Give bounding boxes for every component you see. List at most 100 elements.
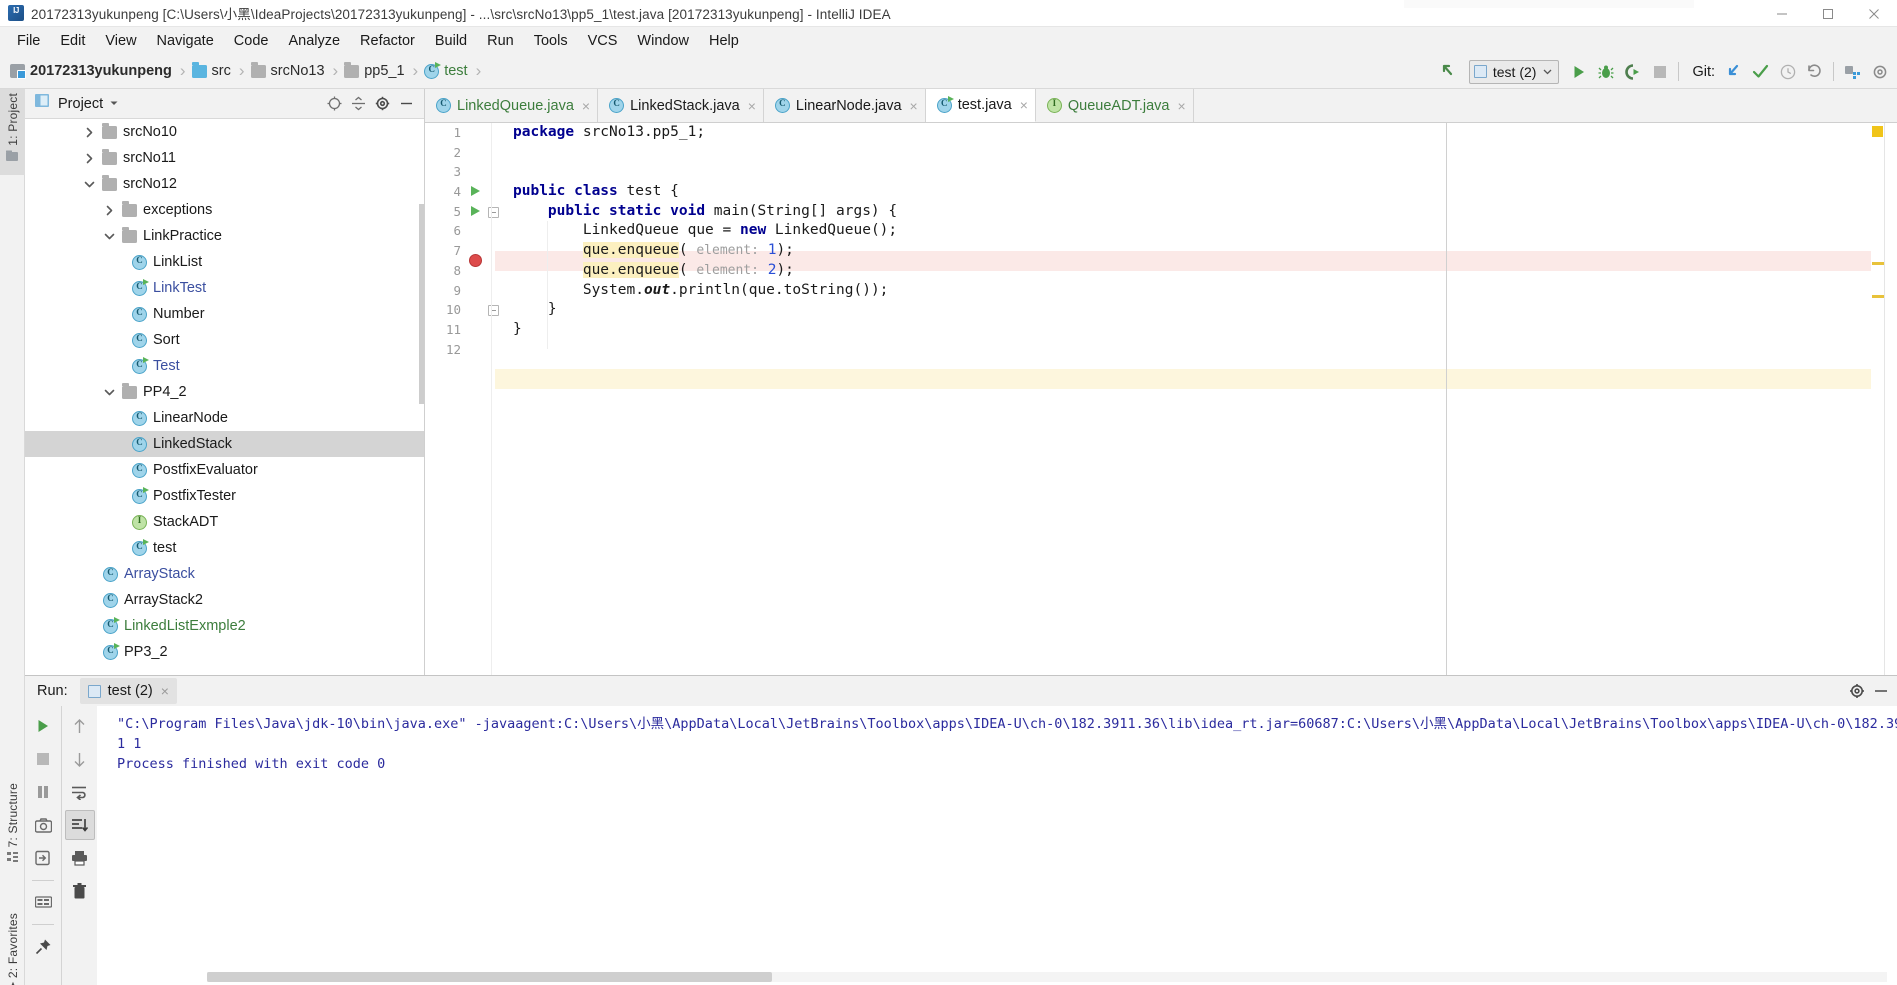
run-tab-test[interactable]: test (2) × (79, 678, 177, 704)
breadcrumb-item-srcno13[interactable]: srcNo13 (250, 61, 325, 79)
menu-help[interactable]: Help (699, 31, 749, 51)
soft-wrap-button[interactable] (65, 777, 95, 807)
pin-icon[interactable] (28, 931, 58, 961)
chevron-down-icon[interactable] (103, 230, 116, 243)
export-icon[interactable] (28, 843, 58, 873)
menu-refactor[interactable]: Refactor (350, 31, 425, 51)
breadcrumb-item-module[interactable]: 20172313yukunpeng (10, 63, 172, 79)
project-tree-scrollbar[interactable] (419, 204, 424, 404)
tree-item-arraystack[interactable]: ArrayStack (25, 561, 424, 587)
tree-item-pp3-2[interactable]: PP3_2 (25, 639, 424, 665)
run-button[interactable] (1565, 58, 1592, 85)
tab-linkedstack-java[interactable]: LinkedStack.java × (598, 89, 764, 122)
close-icon[interactable]: × (910, 99, 918, 113)
menu-file[interactable]: File (7, 31, 50, 51)
tree-item-linkedlistexmple2[interactable]: LinkedListExmple2 (25, 613, 424, 639)
git-rollback-icon[interactable] (1801, 58, 1828, 85)
git-commit-icon[interactable] (1747, 58, 1774, 85)
console-icon[interactable] (28, 887, 58, 917)
chevron-down-icon[interactable] (109, 95, 119, 113)
hide-icon[interactable] (394, 92, 418, 116)
menu-navigate[interactable]: Navigate (147, 31, 224, 51)
stripe-marker[interactable] (1872, 262, 1884, 265)
breakpoint-icon[interactable] (469, 254, 482, 267)
close-button[interactable] (1851, 0, 1897, 27)
code-editor[interactable]: 1 2 3 4 5 6 7 8 9 10 11 12 package srcNo… (425, 123, 1897, 675)
git-update-project-icon[interactable] (1720, 58, 1747, 85)
stop-button[interactable] (1646, 58, 1673, 85)
gear-icon[interactable] (370, 92, 394, 116)
run-class-gutter-icon[interactable] (471, 186, 480, 196)
tree-item-number[interactable]: Number (25, 301, 424, 327)
error-stripe-marker-gutter[interactable] (1871, 123, 1884, 675)
menu-build[interactable]: Build (425, 31, 477, 51)
menu-tools[interactable]: Tools (524, 31, 578, 51)
chevron-right-icon[interactable] (83, 126, 96, 139)
menu-edit[interactable]: Edit (50, 31, 95, 51)
tree-item-srcno11[interactable]: srcNo11 (25, 145, 424, 171)
tree-item-linktest[interactable]: LinkTest (25, 275, 424, 301)
tree-item-pp4-2[interactable]: PP4_2 (25, 379, 424, 405)
code-text[interactable]: package srcNo13.pp5_1; public class test… (495, 123, 1897, 675)
chevron-down-icon[interactable] (103, 386, 116, 399)
tree-item-test-lower[interactable]: test (25, 535, 424, 561)
breadcrumb-item-pp5-1[interactable]: pp5_1 (344, 61, 405, 79)
console-horizontal-scrollbar[interactable] (207, 972, 772, 982)
run-method-gutter-icon[interactable] (471, 206, 480, 216)
arrow-down-button[interactable] (65, 744, 95, 774)
stop-button[interactable] (28, 744, 58, 774)
arrow-up-button[interactable] (65, 711, 95, 741)
tree-item-test-capital[interactable]: Test (25, 353, 424, 379)
close-icon[interactable]: × (161, 683, 169, 699)
menu-window[interactable]: Window (627, 31, 699, 51)
menu-analyze[interactable]: Analyze (278, 31, 350, 51)
console-output[interactable]: "C:\Program Files\Java\jdk-10\bin\java.e… (97, 706, 1897, 985)
tree-item-srcno12[interactable]: srcNo12 (25, 171, 424, 197)
menu-run[interactable]: Run (477, 31, 524, 51)
scroll-to-end-button[interactable] (64, 810, 95, 840)
tree-item-linkpractice[interactable]: LinkPractice (25, 223, 424, 249)
tree-item-linkedstack[interactable]: LinkedStack (25, 431, 424, 457)
git-history-icon[interactable] (1774, 58, 1801, 85)
project-tree[interactable]: srcNo10 srcNo11 srcNo12 exceptions LinkP… (25, 119, 424, 675)
camera-icon[interactable] (28, 810, 58, 840)
stripe-marker[interactable] (1872, 295, 1884, 298)
chevron-right-icon[interactable] (103, 204, 116, 217)
printer-icon[interactable] (65, 843, 95, 873)
tree-item-linearnode[interactable]: LinearNode (25, 405, 424, 431)
tab-queueadt-java[interactable]: QueueADT.java × (1035, 89, 1194, 122)
editor-gutter[interactable]: 1 2 3 4 5 6 7 8 9 10 11 12 (425, 123, 499, 675)
close-icon[interactable]: × (748, 99, 756, 113)
run-with-coverage-button[interactable] (1619, 58, 1646, 85)
menu-view[interactable]: View (95, 31, 146, 51)
debug-button[interactable] (1592, 58, 1619, 85)
rerun-button[interactable] (28, 711, 58, 741)
sidebar-item-favorites[interactable]: 2: Favorites (0, 909, 25, 985)
collapse-all-icon[interactable] (346, 92, 370, 116)
menu-vcs[interactable]: VCS (578, 31, 628, 51)
tree-item-sort[interactable]: Sort (25, 327, 424, 353)
chevron-right-icon[interactable] (83, 152, 96, 165)
chevron-down-icon[interactable] (83, 178, 96, 191)
tree-item-linklist[interactable]: LinkList (25, 249, 424, 275)
close-icon[interactable]: × (582, 99, 590, 113)
search-everywhere-icon[interactable] (1839, 58, 1866, 85)
locate-icon[interactable] (322, 92, 346, 116)
gear-icon[interactable] (1845, 679, 1869, 703)
breadcrumb-item-src[interactable]: src (191, 61, 231, 79)
tab-linkedqueue-java[interactable]: LinkedQueue.java × (425, 89, 599, 122)
close-icon[interactable]: × (1020, 98, 1028, 112)
settings-icon[interactable] (1866, 58, 1893, 85)
breadcrumb-item-test[interactable]: test (424, 61, 468, 79)
minimize-button[interactable] (1759, 0, 1805, 27)
tree-item-srcno10[interactable]: srcNo10 (25, 119, 424, 145)
tree-item-postfixtester[interactable]: PostfixTester (25, 483, 424, 509)
tree-item-arraystack2[interactable]: ArrayStack2 (25, 587, 424, 613)
maximize-button[interactable] (1805, 0, 1851, 27)
close-icon[interactable]: × (1177, 99, 1185, 113)
editor-vertical-scrollbar[interactable] (1884, 123, 1897, 675)
sidebar-item-structure[interactable]: 7: Structure (0, 779, 25, 871)
sidebar-item-project[interactable]: 1: Project (0, 89, 25, 175)
tab-linearnode-java[interactable]: LinearNode.java × (763, 89, 926, 122)
pause-button[interactable] (28, 777, 58, 807)
